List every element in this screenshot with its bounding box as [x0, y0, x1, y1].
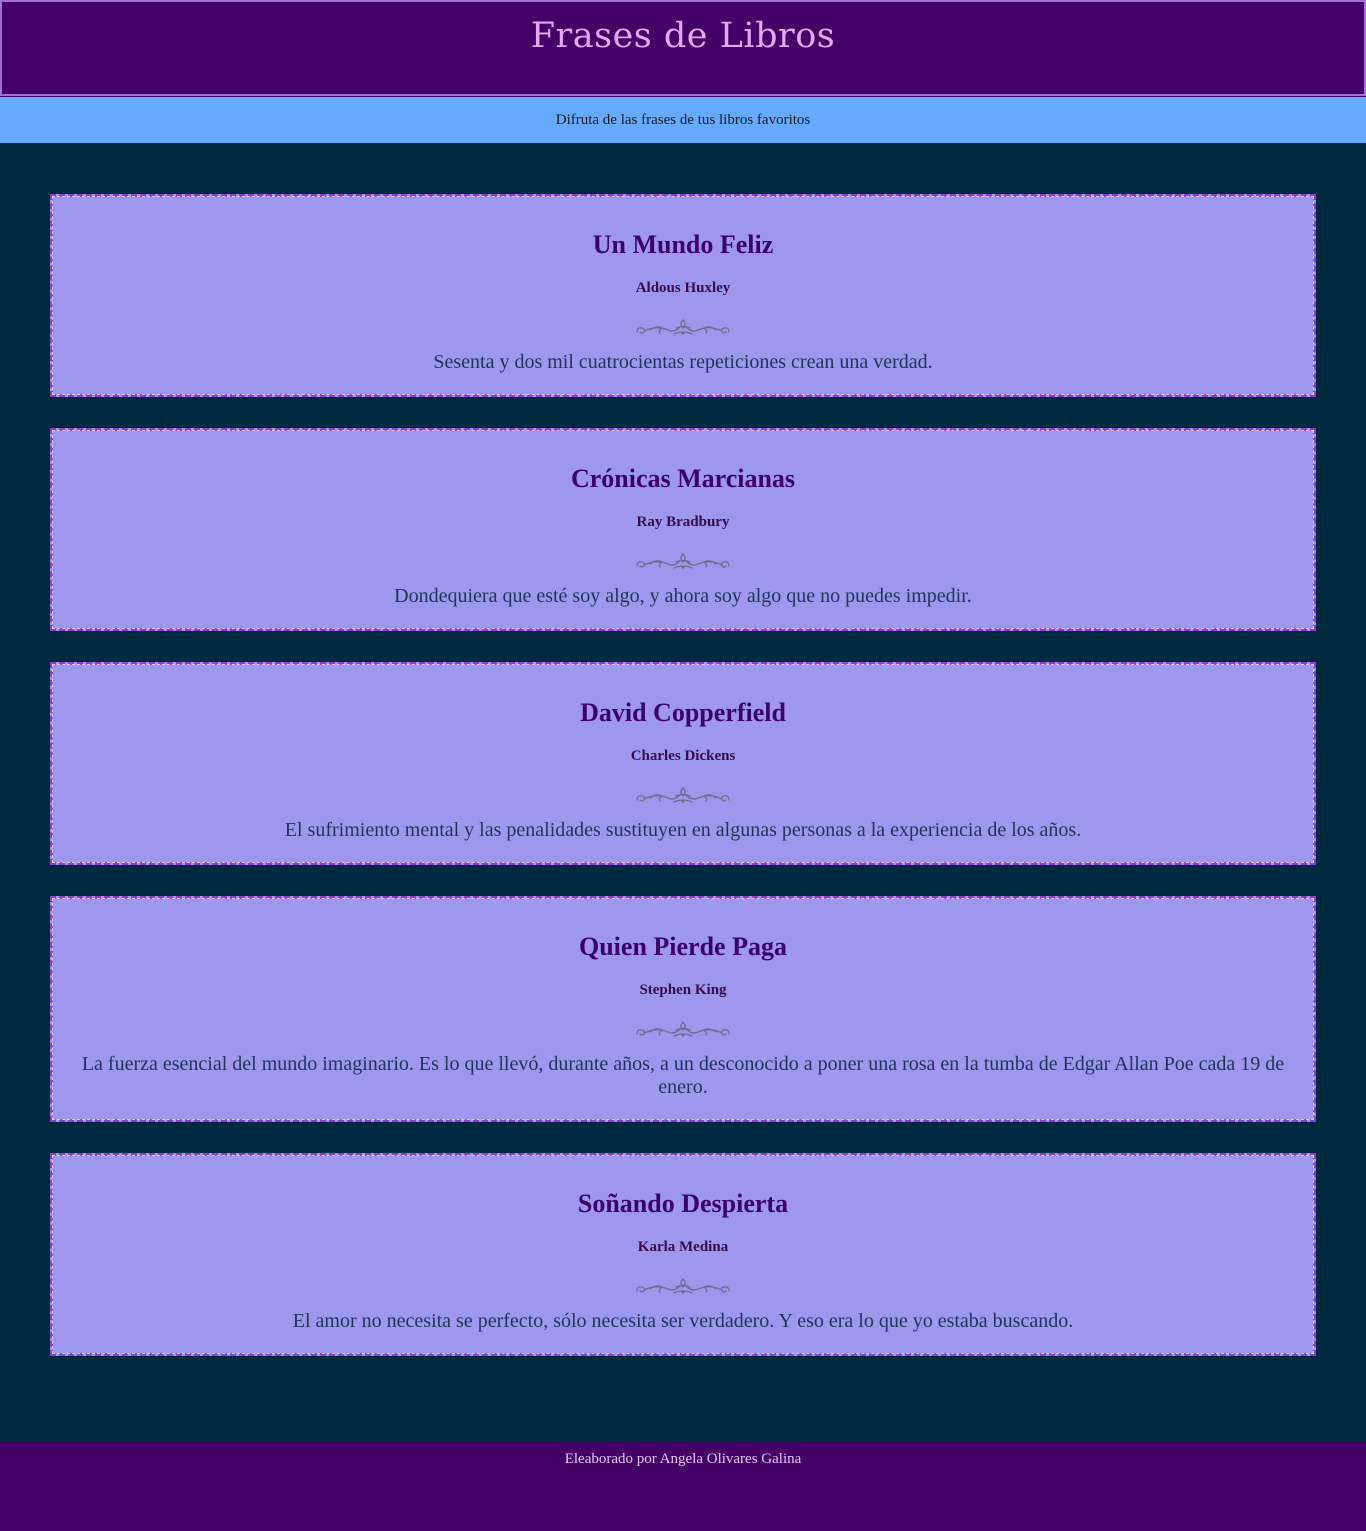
site-footer: Eleaborado por Angela Olivares Galina — [0, 1441, 1366, 1531]
subtitle-bar: Difruta de las frases de tus libros favo… — [0, 96, 1366, 143]
book-quote: Sesenta y dos mil cuatrocientas repetici… — [433, 351, 933, 373]
book-author: Charles Dickens — [630, 748, 736, 764]
book-title: Un Mundo Feliz — [592, 230, 774, 259]
quote-card: Crónicas Marcianas Ray Bradbury Dondequi… — [50, 428, 1316, 631]
quote-card: David Copperfield Charles Dickens El suf… — [50, 662, 1316, 865]
subtitle-text: Difruta de las frases de tus libros favo… — [555, 112, 811, 128]
quotes-list: Un Mundo Feliz Aldous Huxley Sesenta y d… — [0, 143, 1366, 1356]
book-quote: Dondequiera que esté soy algo, y ahora s… — [394, 585, 972, 607]
page-title: Frases de Libros — [530, 16, 836, 56]
footer-credit: Eleaborado por Angela Olivares Galina — [564, 1451, 802, 1467]
ornamental-divider-icon — [636, 553, 730, 569]
book-author: Stephen King — [639, 982, 727, 998]
book-quote: El sufrimiento mental y las penalidades … — [284, 819, 1082, 841]
book-author: Ray Bradbury — [636, 514, 730, 530]
ornamental-divider-icon — [636, 319, 730, 335]
book-author: Karla Medina — [637, 1239, 729, 1255]
ornamental-divider-icon — [636, 1278, 730, 1294]
book-title: Quien Pierde Paga — [579, 932, 787, 961]
site-header: Frases de Libros — [0, 0, 1366, 97]
quote-card: Un Mundo Feliz Aldous Huxley Sesenta y d… — [50, 194, 1316, 397]
book-title: Soñando Despierta — [577, 1189, 789, 1218]
book-author: Aldous Huxley — [635, 280, 731, 296]
quote-card: Quien Pierde Paga Stephen King La fuerza… — [50, 896, 1316, 1122]
quote-card: Soñando Despierta Karla Medina El amor n… — [50, 1153, 1316, 1356]
ornamental-divider-icon — [636, 1021, 730, 1037]
book-quote: El amor no necesita se perfecto, sólo ne… — [292, 1310, 1074, 1332]
book-title: Crónicas Marcianas — [570, 464, 796, 493]
book-quote: La fuerza esencial del mundo imaginario.… — [81, 1053, 1285, 1098]
ornamental-divider-icon — [636, 787, 730, 803]
book-title: David Copperfield — [580, 698, 786, 727]
